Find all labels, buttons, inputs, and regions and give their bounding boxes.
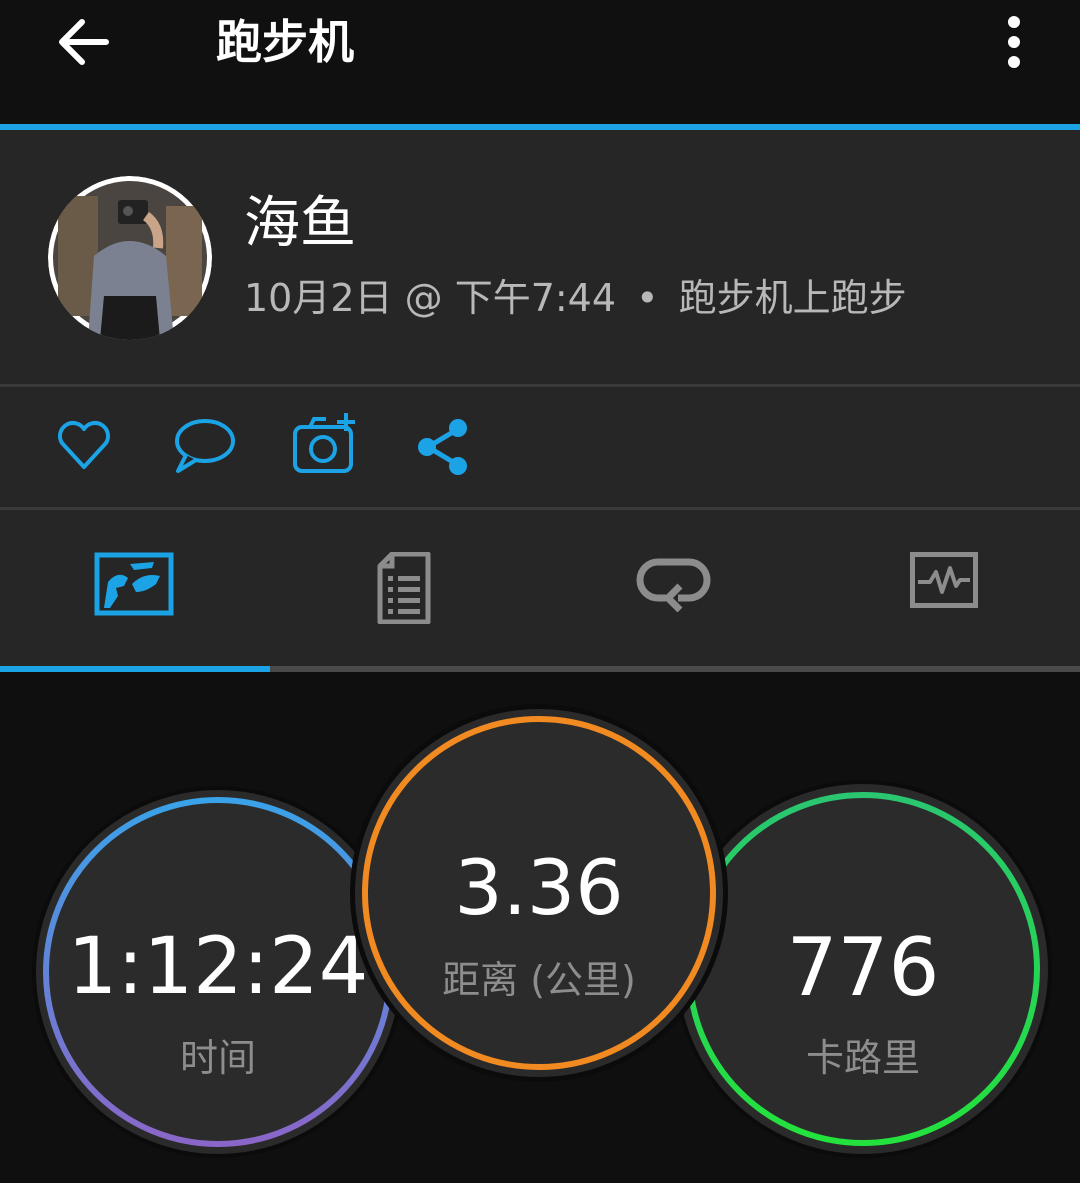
- comment-icon[interactable]: [175, 419, 235, 473]
- heart-icon[interactable]: [54, 415, 114, 475]
- app-bar: 跑步机: [0, 0, 1080, 124]
- activity-date: 10月2日 @ 下午7:44: [244, 276, 617, 320]
- distance-value: 3.36: [454, 843, 624, 932]
- user-name: 海鱼: [244, 191, 356, 256]
- map-icon: [94, 552, 174, 616]
- social-actions: [0, 387, 1080, 507]
- time-stat: 1:12:24 时间: [32, 786, 404, 1158]
- distance-stat: 3.36 距离 (公里): [350, 704, 728, 1082]
- calories-stat: 776 卡路里: [674, 780, 1052, 1158]
- activity-type: 跑步机上跑步: [678, 276, 907, 320]
- activity-meta: 10月2日 @ 下午7:44 • 跑步机上跑步: [244, 274, 907, 322]
- calories-value: 776: [786, 921, 940, 1014]
- arrow-left-icon[interactable]: [54, 14, 114, 70]
- calories-label: 卡路里: [805, 1036, 920, 1080]
- laps-loop-icon: [636, 558, 711, 613]
- meta-separator: •: [636, 276, 659, 320]
- more-vertical-icon[interactable]: [996, 12, 1032, 72]
- avatar[interactable]: [48, 176, 212, 340]
- tab-laps[interactable]: [636, 552, 736, 642]
- chart-graph-icon: [910, 552, 978, 608]
- tab-map[interactable]: [94, 552, 194, 642]
- activity-header: 海鱼 10月2日 @ 下午7:44 • 跑步机上跑步: [0, 130, 1080, 384]
- share-icon[interactable]: [414, 419, 474, 475]
- stats-section: 1:12:24 时间 776 卡路里 3.36 距离 (公里): [0, 672, 1080, 1183]
- distance-label: 距离 (公里): [442, 958, 636, 1002]
- time-label: 时间: [179, 1036, 256, 1080]
- tab-details[interactable]: [376, 551, 476, 642]
- time-value: 1:12:24: [67, 922, 369, 1012]
- add-photo-icon[interactable]: [292, 409, 360, 477]
- activity-tabs: [0, 510, 1080, 666]
- tab-charts[interactable]: [910, 552, 1010, 642]
- document-list-icon: [377, 551, 431, 625]
- page-title: 跑步机: [216, 15, 354, 69]
